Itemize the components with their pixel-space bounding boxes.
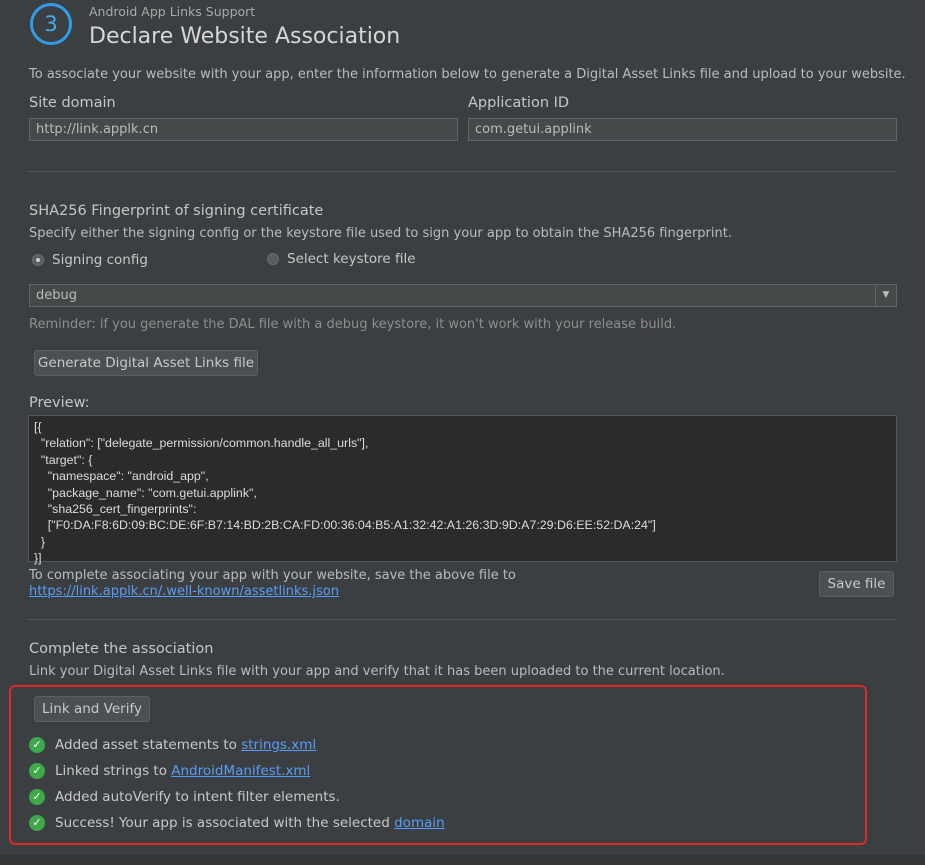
sha256-description: Specify either the signing config or the… <box>29 226 732 241</box>
save-file-button[interactable]: Save file <box>819 571 894 597</box>
page-title: Declare Website Association <box>89 24 401 49</box>
check-circle-icon: ✓ <box>29 763 45 779</box>
result-linked-strings: Linked strings to AndroidManifest.xml <box>55 763 311 779</box>
android-manifest-link[interactable]: AndroidManifest.xml <box>171 763 310 779</box>
assetlinks-url-link[interactable]: https://link.applk.cn/.well-known/assetl… <box>29 584 339 599</box>
dropdown-arrow-icon[interactable]: ▼ <box>875 285 896 306</box>
link-and-verify-button[interactable]: Link and Verify <box>34 696 150 722</box>
generate-dal-button[interactable]: Generate Digital Asset Links file <box>34 350 258 376</box>
association-heading: Complete the association <box>29 641 214 657</box>
signing-config-value: debug <box>36 288 77 303</box>
check-circle-icon: ✓ <box>29 789 45 805</box>
preview-text-area[interactable]: [{ "relation": ["delegate_permission/com… <box>28 415 897 565</box>
signing-config-dropdown[interactable]: debug ▼ <box>29 284 897 307</box>
association-description: Link your Digital Asset Links file with … <box>29 664 725 679</box>
keystore-file-label[interactable]: Select keystore file <box>287 251 416 267</box>
result-autoverify: Added autoVerify to intent filter elemen… <box>55 789 340 805</box>
bottom-toolbar <box>0 855 925 865</box>
debug-keystore-reminder: Reminder: if you generate the DAL file w… <box>29 317 677 332</box>
section-divider <box>28 171 897 172</box>
keystore-file-radio[interactable] <box>267 253 279 265</box>
save-instructions: To complete associating your app with yo… <box>29 568 516 583</box>
application-id-label: Application ID <box>468 95 570 111</box>
intro-text: To associate your website with your app,… <box>29 67 906 82</box>
site-domain-label: Site domain <box>29 95 116 111</box>
check-circle-icon: ✓ <box>29 737 45 753</box>
wizard-subtitle: Android App Links Support <box>89 4 256 19</box>
result-asset-statements: Added asset statements to strings.xml <box>55 737 317 753</box>
step-number-badge: 3 <box>30 3 72 45</box>
application-id-input[interactable]: com.getui.applink <box>468 118 897 141</box>
result-success: Success! Your app is associated with the… <box>55 815 445 831</box>
strings-xml-link[interactable]: strings.xml <box>241 737 316 753</box>
signing-config-radio[interactable] <box>32 254 44 266</box>
site-domain-input[interactable]: http://link.applk.cn <box>29 118 458 141</box>
domain-link[interactable]: domain <box>394 815 445 831</box>
sha256-heading: SHA256 Fingerprint of signing certificat… <box>29 203 324 219</box>
section-divider <box>28 619 897 620</box>
preview-content: [{ "relation": ["delegate_permission/com… <box>34 420 656 566</box>
preview-label: Preview: <box>29 395 90 411</box>
check-circle-icon: ✓ <box>29 815 45 831</box>
signing-config-label[interactable]: Signing config <box>52 252 148 268</box>
